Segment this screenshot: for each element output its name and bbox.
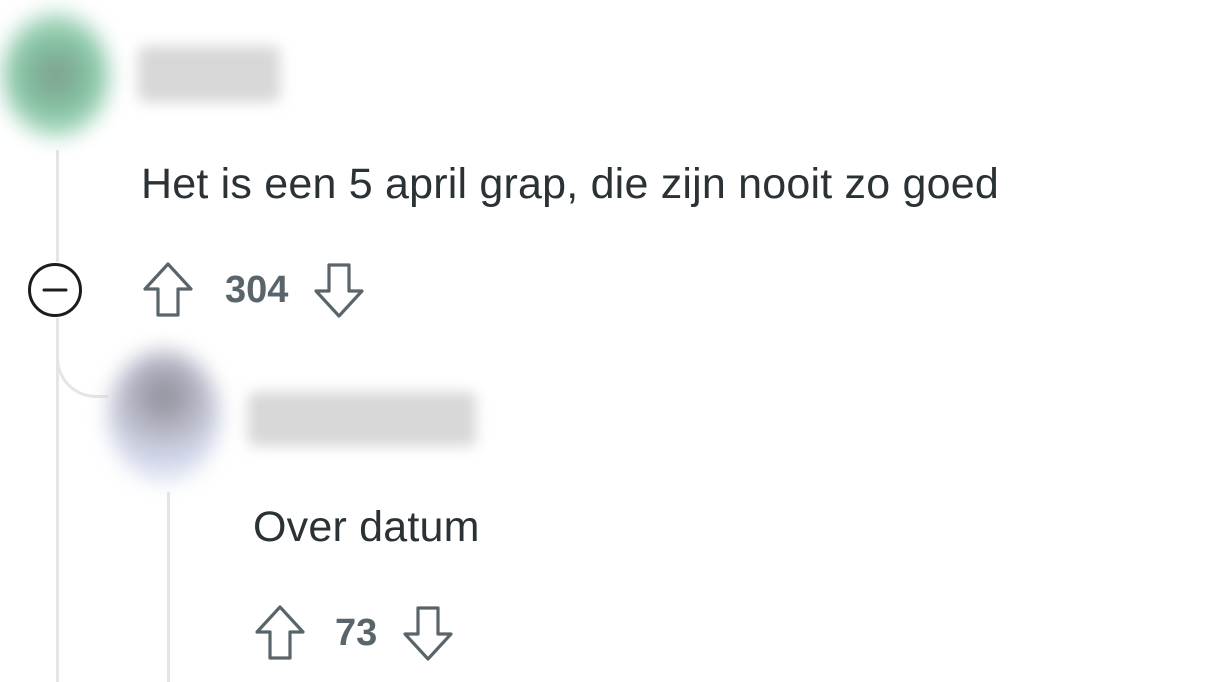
comment-author-redacted[interactable]: [138, 46, 280, 102]
upvote-button[interactable]: [253, 603, 307, 663]
arrow-down-outline-icon: [403, 606, 453, 661]
vote-bar: 304: [141, 260, 366, 320]
score: 73: [335, 611, 378, 654]
comment-body: Over datum: [253, 503, 480, 551]
avatar[interactable]: [2, 12, 110, 138]
collapse-thread-button[interactable]: [27, 262, 83, 318]
minus-circle-icon: [28, 263, 82, 317]
upvote-button[interactable]: [141, 260, 195, 320]
thread-line-top: [56, 150, 59, 262]
vote-bar: 73: [253, 603, 455, 663]
downvote-button[interactable]: [401, 603, 455, 663]
arrow-up-outline-icon: [143, 262, 193, 317]
thread-line-reply: [167, 492, 170, 682]
avatar[interactable]: [108, 350, 220, 482]
score: 304: [225, 268, 289, 311]
arrow-up-outline-icon: [255, 605, 305, 660]
thread-branch-curve: [56, 340, 108, 398]
arrow-down-outline-icon: [314, 263, 365, 318]
comment-body: Het is een 5 april grap, die zijn nooit …: [141, 160, 999, 208]
comment-author-redacted[interactable]: [248, 392, 476, 446]
downvote-button[interactable]: [312, 260, 366, 320]
